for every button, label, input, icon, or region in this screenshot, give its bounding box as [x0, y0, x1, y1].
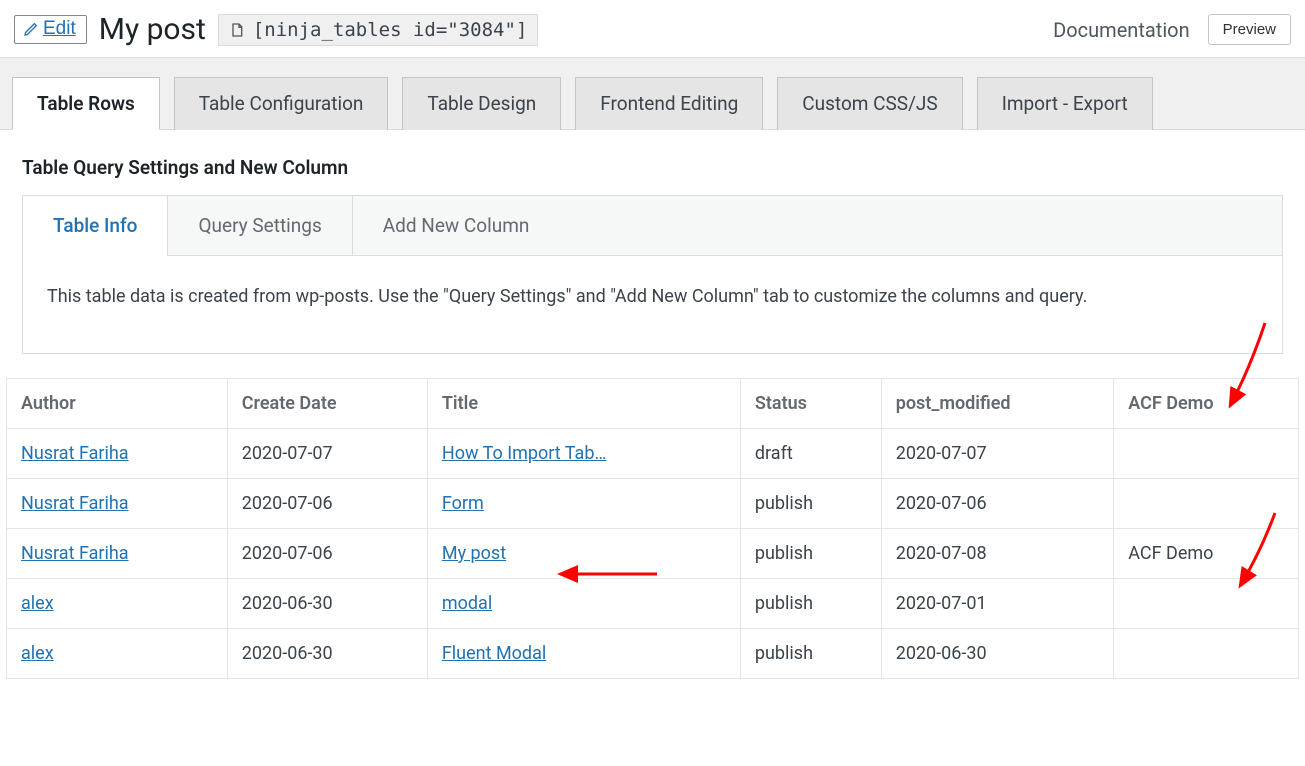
cell-acf-demo: ACF Demo: [1114, 529, 1299, 579]
cell-status: publish: [740, 579, 881, 629]
table-header-row: Author Create Date Title Status post_mod…: [7, 379, 1299, 429]
cell-acf-demo: [1114, 429, 1299, 479]
cell-create-date: 2020-07-06: [227, 529, 427, 579]
sub-panel: Table Info Query Settings Add New Column…: [22, 195, 1283, 354]
col-title[interactable]: Title: [427, 379, 740, 429]
data-table: Author Create Date Title Status post_mod…: [6, 378, 1299, 679]
tab-table-rows[interactable]: Table Rows: [12, 77, 160, 130]
preview-button[interactable]: Preview: [1208, 14, 1291, 45]
cell-status: publish: [740, 629, 881, 679]
title-link[interactable]: How To Import Tab…: [442, 443, 607, 464]
col-post-modified[interactable]: post_modified: [881, 379, 1114, 429]
author-link[interactable]: Nusrat Fariha: [21, 543, 129, 564]
title-link[interactable]: Form: [442, 493, 484, 514]
table-row: Nusrat Fariha 2020-07-07 How To Import Tab…: [7, 429, 1299, 479]
section-title: Table Query Settings and New Column: [0, 130, 1305, 195]
cell-acf-demo: [1114, 579, 1299, 629]
subtab-query-settings[interactable]: Query Settings: [168, 196, 352, 255]
table-row: alex2020-06-30Fluent Modalpublish2020-06…: [7, 629, 1299, 679]
col-author[interactable]: Author: [7, 379, 228, 429]
cell-status: publish: [740, 479, 881, 529]
cell-status: publish: [740, 529, 881, 579]
sub-tabs: Table Info Query Settings Add New Column: [23, 196, 1282, 256]
author-link[interactable]: Nusrat Fariha: [21, 493, 129, 514]
page-header: Edit My post [ninja_tables id="3084"] Do…: [0, 0, 1305, 57]
subtab-add-new-column[interactable]: Add New Column: [353, 196, 560, 255]
edit-button[interactable]: Edit: [14, 15, 87, 44]
data-table-wrap: Author Create Date Title Status post_mod…: [0, 378, 1305, 679]
col-create-date[interactable]: Create Date: [227, 379, 427, 429]
tab-frontend-editing[interactable]: Frontend Editing: [575, 77, 763, 130]
author-link[interactable]: Nusrat Fariha: [21, 443, 129, 464]
cell-create-date: 2020-07-06: [227, 479, 427, 529]
author-link[interactable]: alex: [21, 593, 54, 614]
tab-table-configuration[interactable]: Table Configuration: [174, 77, 389, 130]
table-row: Nusrat Fariha2020-07-06Formpublish2020-0…: [7, 479, 1299, 529]
cell-create-date: 2020-06-30: [227, 629, 427, 679]
title-link[interactable]: Fluent Modal: [442, 643, 546, 664]
col-status[interactable]: Status: [740, 379, 881, 429]
pencil-icon: [23, 21, 39, 37]
shortcode-box[interactable]: [ninja_tables id="3084"]: [218, 14, 539, 46]
tab-import-export[interactable]: Import - Export: [977, 77, 1153, 130]
page-title: My post: [99, 12, 206, 47]
cell-acf-demo: [1114, 479, 1299, 529]
cell-status: draft: [740, 429, 881, 479]
documentation-link[interactable]: Documentation: [1053, 18, 1190, 42]
table-row: alex 2020-06-30 modal publish2020-07-01: [7, 579, 1299, 629]
shortcode-text: [ninja_tables id="3084"]: [253, 19, 528, 41]
author-link[interactable]: alex: [21, 643, 54, 664]
cell-acf-demo: [1114, 629, 1299, 679]
cell-post-modified: 2020-07-07: [881, 429, 1114, 479]
header-right: Documentation Preview: [1053, 14, 1291, 45]
main-tabs: Table Rows Table Configuration Table Des…: [0, 57, 1305, 130]
tab-table-design[interactable]: Table Design: [402, 77, 561, 130]
cell-post-modified: 2020-07-06: [881, 479, 1114, 529]
document-icon: [229, 22, 245, 38]
title-link[interactable]: My post: [442, 543, 506, 564]
cell-create-date: 2020-07-07: [227, 429, 427, 479]
edit-button-label: Edit: [43, 18, 76, 40]
col-acf-demo[interactable]: ACF Demo: [1114, 379, 1299, 429]
cell-post-modified: 2020-07-08: [881, 529, 1114, 579]
table-row: Nusrat Fariha 2020-07-06 My post publish202…: [7, 529, 1299, 579]
cell-create-date: 2020-06-30: [227, 579, 427, 629]
cell-post-modified: 2020-06-30: [881, 629, 1114, 679]
cell-post-modified: 2020-07-01: [881, 579, 1114, 629]
title-link[interactable]: modal: [442, 593, 492, 614]
subtab-table-info[interactable]: Table Info: [23, 196, 168, 255]
info-text: This table data is created from wp-posts…: [23, 256, 1282, 353]
tab-custom-css-js[interactable]: Custom CSS/JS: [777, 77, 962, 130]
